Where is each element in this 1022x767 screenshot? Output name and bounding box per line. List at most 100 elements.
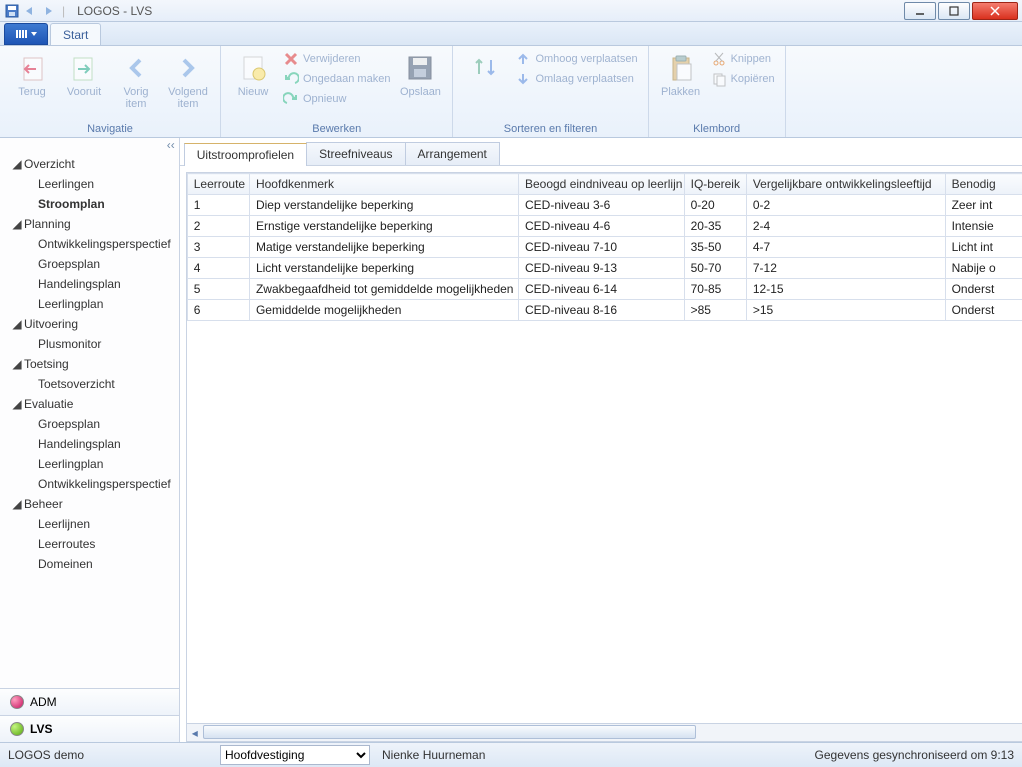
tree-item-toetsoverzicht[interactable]: Toetsoverzicht: [0, 374, 179, 394]
location-select[interactable]: Hoofdvestiging: [220, 745, 370, 765]
tree-item-handelingsplan-eval[interactable]: Handelingsplan: [0, 434, 179, 454]
app-title: LOGOS - LVS: [77, 4, 152, 18]
tree-section-evaluatie[interactable]: ◢Evaluatie: [0, 394, 179, 414]
undo-quick-icon[interactable]: [22, 3, 38, 19]
module-tab-lvs[interactable]: LVS: [0, 715, 179, 742]
ribbon-group-clipboard: Plakken Knippen Kopiëren Klembord: [649, 46, 786, 137]
move-up-button[interactable]: Omhoog verplaatsen: [513, 50, 639, 68]
tree-item-groepsplan[interactable]: Groepsplan: [0, 254, 179, 274]
move-down-button[interactable]: Omlaag verplaatsen: [513, 70, 639, 88]
tree-item-leerlijnen[interactable]: Leerlijnen: [0, 514, 179, 534]
caret-down-icon: ◢: [12, 499, 22, 509]
horizontal-scrollbar[interactable]: ◂ ▸: [186, 724, 1022, 742]
scissors-icon: [711, 51, 727, 67]
content-area: Uitstroomprofielen Streefniveaus Arrange…: [180, 138, 1022, 742]
scroll-thumb[interactable]: [203, 725, 696, 739]
document-tabs: Uitstroomprofielen Streefniveaus Arrange…: [180, 138, 1022, 166]
arrow-right-page-icon: [68, 52, 100, 84]
col-hoofdkenmerk[interactable]: Hoofdkenmerk: [249, 174, 518, 195]
tree-item-stroomplan[interactable]: Stroomplan: [0, 194, 179, 214]
redo-button[interactable]: Opnieuw: [281, 90, 392, 108]
tree-section-beheer[interactable]: ◢Beheer: [0, 494, 179, 514]
caret-down-icon: ◢: [12, 359, 22, 369]
caret-down-icon: ◢: [12, 399, 22, 409]
sidebar-collapse-icon[interactable]: ‹‹: [0, 138, 179, 152]
clipboard-icon: [665, 52, 697, 84]
delete-x-icon: [283, 51, 299, 67]
back-button[interactable]: Terug: [8, 50, 56, 121]
tree-item-domeinen[interactable]: Domeinen: [0, 554, 179, 574]
col-leerroute[interactable]: Leerroute: [187, 174, 249, 195]
tree-item-ontwikkelingsperspectief[interactable]: Ontwikkelingsperspectief: [0, 234, 179, 254]
statusbar: LOGOS demo Hoofdvestiging Nienke Huurnem…: [0, 742, 1022, 767]
save-button[interactable]: Opslaan: [396, 50, 444, 121]
doc-tab-arrangement[interactable]: Arrangement: [405, 142, 500, 165]
chevron-left-icon: [120, 52, 152, 84]
arrow-up-icon: [515, 51, 531, 67]
red-dot-icon: [10, 695, 24, 709]
forward-button[interactable]: Vooruit: [60, 50, 108, 121]
sort-icon: [469, 52, 501, 84]
paste-button[interactable]: Plakken: [657, 50, 705, 121]
ribbon-group-sort: Omhoog verplaatsen Omlaag verplaatsen So…: [453, 46, 648, 137]
copy-button[interactable]: Kopiëren: [709, 70, 777, 88]
data-grid[interactable]: Leerroute Hoofdkenmerk Beoogd eindniveau…: [186, 172, 1022, 724]
table-row[interactable]: 3Matige verstandelijke beperkingCED-nive…: [187, 237, 1022, 258]
close-button[interactable]: [972, 2, 1018, 20]
caret-down-icon: ◢: [12, 319, 22, 329]
ribbon-tabrow: Start: [0, 22, 1022, 46]
col-benodigd[interactable]: Benodig: [945, 174, 1022, 195]
tree-section-toetsing[interactable]: ◢Toetsing: [0, 354, 179, 374]
module-tabs: ADM LVS: [0, 688, 179, 742]
module-tab-adm[interactable]: ADM: [0, 689, 179, 715]
sidebar: ‹‹ ◢Overzicht Leerlingen Stroomplan ◢Pla…: [0, 138, 180, 742]
ribbon-tab-start[interactable]: Start: [50, 23, 101, 45]
save-icon[interactable]: [4, 3, 20, 19]
next-item-button[interactable]: Volgend item: [164, 50, 212, 121]
caret-down-icon: ◢: [12, 219, 22, 229]
copy-icon: [711, 71, 727, 87]
minimize-button[interactable]: [904, 2, 936, 20]
table-row[interactable]: 4Licht verstandelijke beperkingCED-nivea…: [187, 258, 1022, 279]
new-page-icon: [237, 52, 269, 84]
doc-tab-streefniveaus[interactable]: Streefniveaus: [306, 142, 405, 165]
ribbon: Terug Vooruit Vorig item Volgend item Na…: [0, 46, 1022, 138]
tree-item-leerlingen[interactable]: Leerlingen: [0, 174, 179, 194]
sort-button[interactable]: [461, 50, 509, 121]
undo-button[interactable]: Ongedaan maken: [281, 70, 392, 88]
delete-button[interactable]: Verwijderen: [281, 50, 392, 68]
table-header-row: Leerroute Hoofdkenmerk Beoogd eindniveau…: [187, 174, 1022, 195]
arrow-left-page-icon: [16, 52, 48, 84]
tree-item-leerroutes[interactable]: Leerroutes: [0, 534, 179, 554]
col-eindniveau[interactable]: Beoogd eindniveau op leerlijn: [518, 174, 684, 195]
tree-section-uitvoering[interactable]: ◢Uitvoering: [0, 314, 179, 334]
maximize-button[interactable]: [938, 2, 970, 20]
status-user: Nienke Huurneman: [382, 748, 485, 762]
prev-item-button[interactable]: Vorig item: [112, 50, 160, 121]
table-row[interactable]: 2Ernstige verstandelijke beperkingCED-ni…: [187, 216, 1022, 237]
col-ontwikkelingsleeftijd[interactable]: Vergelijkbare ontwikkelingsleeftijd: [746, 174, 945, 195]
redo-quick-icon[interactable]: [40, 3, 56, 19]
tree-item-ontwikkelingsperspectief-eval[interactable]: Ontwikkelingsperspectief: [0, 474, 179, 494]
doc-tab-uitstroomprofielen[interactable]: Uitstroomprofielen: [184, 143, 307, 166]
tree-item-leerlingplan[interactable]: Leerlingplan: [0, 294, 179, 314]
tree-item-handelingsplan[interactable]: Handelingsplan: [0, 274, 179, 294]
new-button[interactable]: Nieuw: [229, 50, 277, 121]
tree-item-plusmonitor[interactable]: Plusmonitor: [0, 334, 179, 354]
table-row[interactable]: 5Zwakbegaafdheid tot gemiddelde mogelijk…: [187, 279, 1022, 300]
tree-item-groepsplan-eval[interactable]: Groepsplan: [0, 414, 179, 434]
green-dot-icon: [10, 722, 24, 736]
table-row[interactable]: 1Diep verstandelijke beperkingCED-niveau…: [187, 195, 1022, 216]
scroll-left-icon[interactable]: ◂: [187, 724, 203, 741]
ribbon-group-nav: Terug Vooruit Vorig item Volgend item Na…: [0, 46, 221, 137]
floppy-icon: [404, 52, 436, 84]
chevron-right-icon: [172, 52, 204, 84]
tree-item-leerlingplan-eval[interactable]: Leerlingplan: [0, 454, 179, 474]
cut-button[interactable]: Knippen: [709, 50, 777, 68]
tree-section-planning[interactable]: ◢Planning: [0, 214, 179, 234]
tree-section-overzicht[interactable]: ◢Overzicht: [0, 154, 179, 174]
col-iq-bereik[interactable]: IQ-bereik: [684, 174, 746, 195]
file-menu-button[interactable]: [4, 23, 48, 45]
table-row[interactable]: 6Gemiddelde mogelijkhedenCED-niveau 8-16…: [187, 300, 1022, 321]
undo-icon: [283, 71, 299, 87]
